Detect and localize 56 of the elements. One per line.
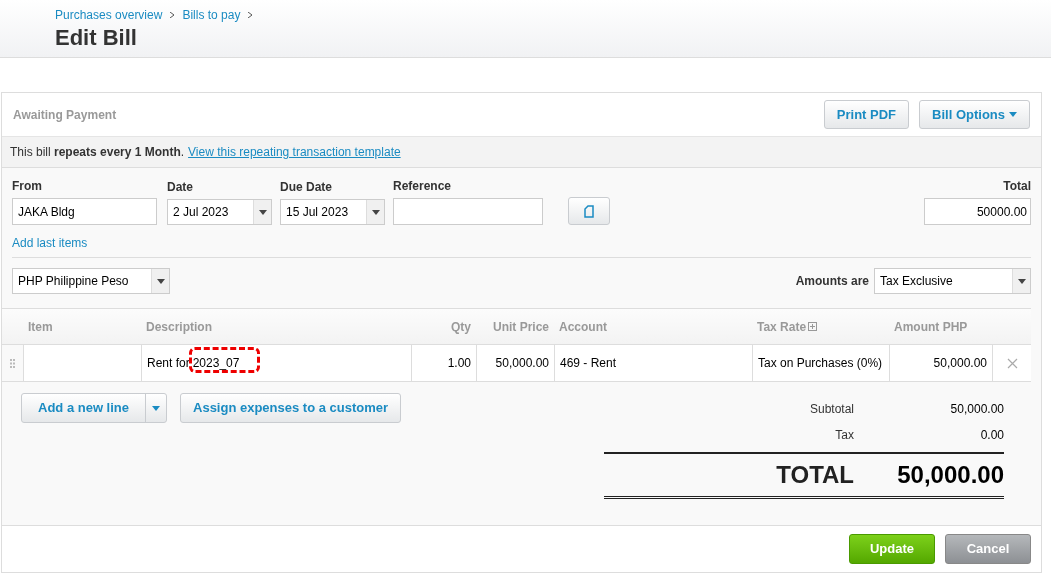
summary-value: 0.00 (979, 427, 1004, 444)
grand-total-label: TOTAL (775, 460, 854, 490)
description-text: Rent for (147, 355, 190, 372)
field-label: Due Date (280, 179, 333, 196)
document-icon (584, 204, 594, 218)
delete-icon[interactable] (1006, 357, 1018, 369)
table-cell[interactable]: 1.00 (411, 345, 476, 381)
breadcrumb-link[interactable]: Bills to pay (182, 6, 241, 24)
summary-value: 50,000.00 (949, 401, 1004, 418)
summary-label: Subtotal (808, 401, 854, 418)
page-title: Edit Bill (55, 24, 138, 52)
grand-total-value: 50,000.00 (896, 460, 1004, 490)
chevron-icon (248, 12, 253, 18)
caret-icon (156, 278, 165, 284)
field-label: Date (167, 179, 194, 196)
field-label: Reference (393, 178, 453, 195)
currency-select[interactable]: PHP Philippine Peso (12, 268, 170, 294)
repeat-notice: This bill repeats every 1 Month. (10, 144, 185, 161)
column-header: Description (146, 318, 212, 336)
date-field[interactable]: 2 Jul 2023 (167, 199, 272, 225)
amounts-label: Amounts are (795, 273, 869, 290)
tax-mode-select[interactable]: Tax Exclusive (874, 268, 1031, 294)
breadcrumb-link[interactable]: Purchases overview (55, 6, 163, 24)
column-header: Unit Price (493, 318, 549, 336)
caret-icon (1009, 112, 1017, 117)
template-link[interactable]: View this repeating transaction template (188, 143, 401, 161)
table-cell[interactable]: 50,000.00 (889, 345, 992, 381)
from-field[interactable]: JAKA Bldg (12, 198, 157, 225)
caret-icon (152, 405, 160, 411)
document-button[interactable] (568, 197, 610, 225)
drag-handle-icon[interactable] (10, 358, 15, 368)
field-label: From (12, 178, 43, 195)
total-label: Total (1003, 178, 1031, 195)
summary-label: Tax (834, 427, 854, 444)
caret-icon (371, 209, 380, 215)
table-cell[interactable]: 50,000.00 (476, 345, 554, 381)
highlighted-text: 2023_07 (192, 354, 240, 372)
plus-box-icon[interactable] (808, 322, 818, 331)
column-header: Amount PHP (894, 318, 968, 336)
chevron-icon (170, 12, 175, 18)
column-header: Tax Rate (757, 318, 807, 336)
column-header: Account (559, 318, 607, 336)
options-menu-button[interactable]: Bill Options (919, 100, 1030, 129)
total-field[interactable]: 50000.00 (924, 198, 1031, 225)
add-last-items-link[interactable]: Add last items (12, 234, 88, 252)
column-header: Item (28, 318, 53, 336)
table-cell[interactable]: Tax on Purchases (0%) (752, 345, 889, 381)
date-field[interactable]: 15 Jul 2023 (280, 199, 385, 225)
dashed-highlight (188, 347, 260, 373)
table-cell[interactable]: 469 - Rent (554, 345, 752, 381)
column-header: Qty (451, 318, 471, 336)
table-cell[interactable]: Rent for 2023_07 (141, 345, 411, 381)
reference-field[interactable] (393, 198, 543, 225)
status-label: Awaiting Payment (13, 106, 118, 124)
caret-icon (1017, 278, 1026, 284)
caret-icon (258, 209, 267, 215)
